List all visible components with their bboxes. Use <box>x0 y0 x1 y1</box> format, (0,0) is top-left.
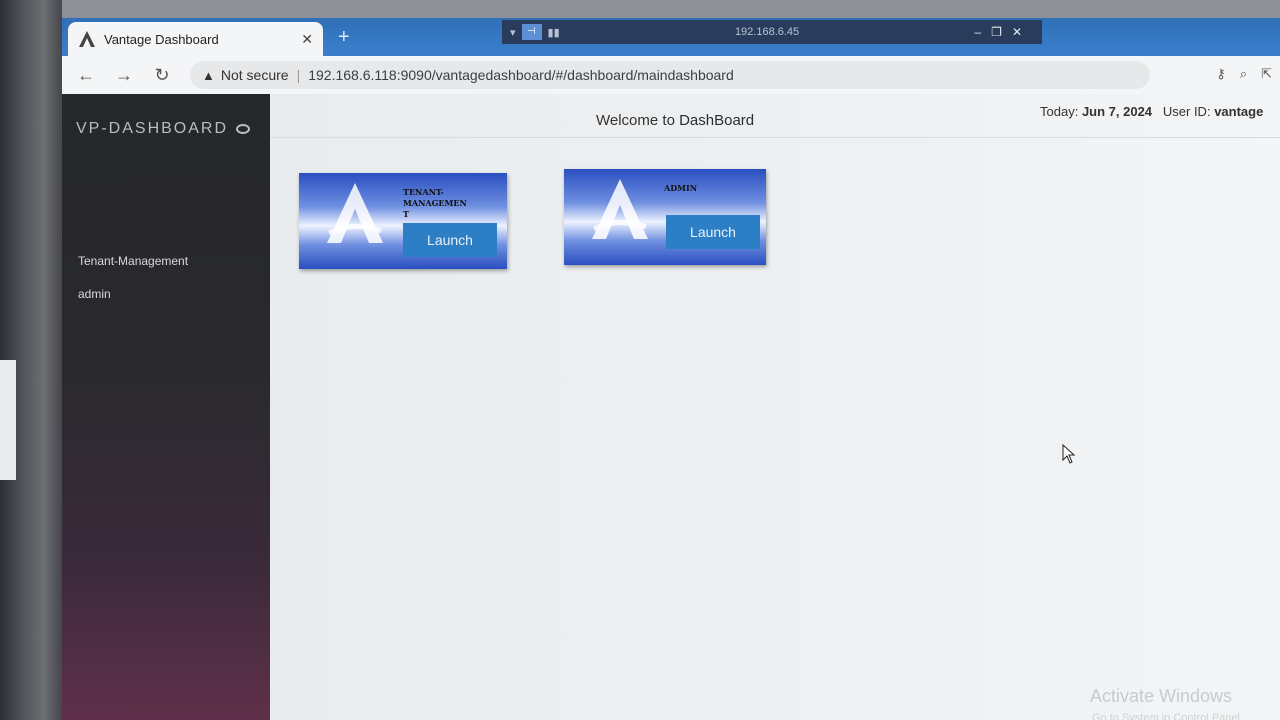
browser-titlebar: Vantage Dashboard ✕ + ▾ ⊣ ▮▮ 192.168.6.4… <box>62 18 1280 56</box>
tab-close-icon[interactable]: ✕ <box>301 31 313 48</box>
pin-icon[interactable]: ⊣ <box>521 24 542 40</box>
app-card-admin: ADMIN Launch <box>564 169 766 265</box>
url-text[interactable]: 192.168.6.118:9090/vantagedashboard/#/da… <box>308 67 734 83</box>
vantage-logo-icon <box>592 179 648 239</box>
signal-icon: ▮▮ <box>547 26 560 39</box>
today-value: Jun 7, 2024 <box>1081 104 1153 119</box>
page: VP-DASHBOARD Tenant-Management admin Wel… <box>62 94 1280 720</box>
address-bar[interactable]: ▲ Not secure | 192.168.6.118:9090/vantag… <box>190 61 1150 89</box>
launch-button[interactable]: Launch <box>666 215 760 249</box>
launch-button[interactable]: Launch <box>403 223 497 257</box>
back-arrow-icon[interactable]: ← <box>72 61 100 89</box>
page-header: Welcome to DashBoard Today: Jun 7, 2024 … <box>270 94 1280 138</box>
main-content: Welcome to DashBoard Today: Jun 7, 2024 … <box>270 94 1280 720</box>
date-user-info: Today: Jun 7, 2024 User ID: vantage <box>1040 104 1263 119</box>
sidebar-item-admin[interactable]: admin <box>78 287 111 301</box>
tab-title: Vantage Dashboard <box>104 31 219 47</box>
page-title: Welcome to DashBoard <box>596 112 754 129</box>
new-tab-button[interactable]: + <box>338 26 350 49</box>
minimize-icon[interactable]: – <box>974 25 981 39</box>
app-card-tenant-management: TENANT- MANAGEMEN T Launch <box>299 173 507 269</box>
browser-tab[interactable]: Vantage Dashboard ✕ <box>68 22 323 56</box>
card-title: TENANT- MANAGEMEN T <box>403 187 467 219</box>
monitor-bezel-left <box>0 0 62 720</box>
zoom-icon[interactable]: ⌕ <box>1240 66 1247 82</box>
user-id-value: vantage <box>1214 104 1264 119</box>
key-icon[interactable]: ⚷ <box>1216 66 1226 82</box>
remote-ip: 192.168.6.45 <box>734 26 800 38</box>
reload-icon[interactable]: ↻ <box>148 61 176 89</box>
user-id-label: User ID: <box>1162 104 1211 119</box>
brand-name: VP-DASHBOARD <box>76 120 229 137</box>
remote-desktop-bar: ▾ ⊣ ▮▮ 192.168.6.45 – ❐ ✕ <box>502 20 1042 44</box>
address-divider: | <box>296 67 301 83</box>
sidebar: VP-DASHBOARD Tenant-Management admin <box>62 94 270 720</box>
activate-windows-watermark: Activate Windows <box>1090 686 1233 706</box>
security-label[interactable]: Not secure <box>221 67 289 83</box>
vantage-logo-icon <box>327 183 383 243</box>
activate-windows-subtext: Go to System in Control Panel <box>1092 712 1240 720</box>
vantage-logo-icon <box>79 31 95 47</box>
card-title: ADMIN <box>664 183 698 193</box>
welcome-name: DashBoard <box>679 112 755 129</box>
today-label: Today: <box>1040 104 1079 119</box>
close-icon[interactable]: ✕ <box>1012 25 1022 39</box>
screen: Vantage Dashboard ✕ + ▾ ⊣ ▮▮ 192.168.6.4… <box>62 18 1280 720</box>
browser-navbar: ← → ↻ ▲ Not secure | 192.168.6.118:9090/… <box>62 56 1280 94</box>
forward-arrow-icon[interactable]: → <box>110 61 138 89</box>
sidebar-brand: VP-DASHBOARD <box>76 120 251 138</box>
dropdown-icon[interactable]: ▾ <box>510 26 516 39</box>
monitor-bezel-top <box>0 0 1280 20</box>
sidebar-item-tenant-management[interactable]: Tenant-Management <box>78 254 188 268</box>
warning-icon: ▲ <box>202 67 215 83</box>
eye-icon[interactable] <box>236 124 251 134</box>
restore-icon[interactable]: ❐ <box>991 25 1002 39</box>
welcome-prefix: Welcome to <box>596 112 675 129</box>
mouse-cursor-icon <box>1062 444 1076 464</box>
share-icon[interactable]: ⇱ <box>1261 66 1272 82</box>
